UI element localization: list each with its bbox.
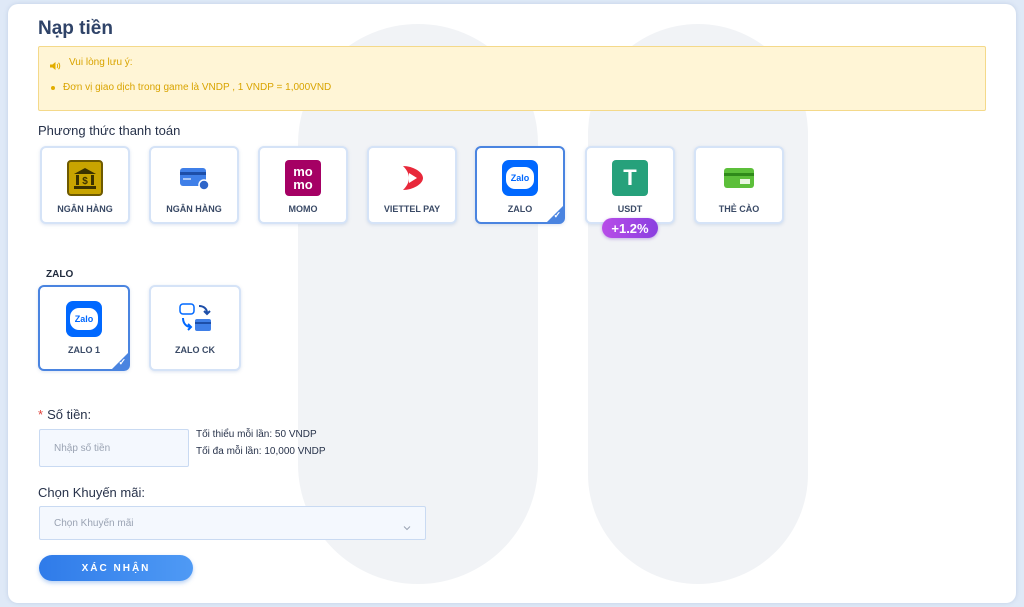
payment-method-usdt[interactable]: T USDT — [585, 146, 675, 224]
min-amount-text: Tối thiểu mỗi lần: 50 VNDP — [196, 429, 317, 440]
momo-logo-text: mo — [293, 177, 313, 192]
tile-label: THẺ CÀO — [718, 204, 760, 214]
credit-card-icon — [176, 160, 212, 196]
max-amount-text: Tối đa mỗi lần: 10,000 VNDP — [196, 446, 326, 457]
scratch-card-icon — [721, 160, 757, 196]
checkmark-icon: ✓ — [118, 357, 126, 367]
bullet-icon — [51, 85, 55, 90]
tile-label: NGÂN HÀNG — [57, 204, 113, 214]
promotion-select-value: Chọn Khuyến mãi — [54, 517, 134, 529]
svg-text:$: $ — [82, 176, 88, 187]
payment-method-zalo[interactable]: Zalo ZALO ✓ — [475, 146, 565, 224]
tile-label: ZALO 1 — [67, 345, 100, 355]
tile-label: NGÂN HÀNG — [166, 204, 222, 214]
bonus-badge: +1.2% — [602, 218, 658, 238]
sub-method-zalo-1[interactable]: Zalo ZALO 1 ✓ — [38, 285, 130, 371]
notice-title: Vui lòng lưu ý: — [69, 57, 133, 68]
zalo-transfer-icon — [177, 301, 213, 337]
page-title: Nạp tiền — [38, 18, 113, 39]
amount-label-text: Số tiền: — [47, 407, 92, 422]
tile-label: VIETTEL PAY — [383, 204, 441, 214]
notice-header: Vui lòng lưu ý: — [49, 57, 133, 70]
payment-method-viettel-pay[interactable]: VIETTEL PAY — [367, 146, 457, 224]
tile-label: USDT — [617, 204, 643, 214]
tether-logo-icon: T — [612, 160, 648, 196]
bank-icon: $ — [67, 160, 103, 196]
checkmark-icon: ✓ — [553, 210, 561, 220]
amount-label: * Số tiền: — [38, 407, 91, 422]
notice-box: Vui lòng lưu ý: Đơn vị giao dịch trong g… — [38, 46, 986, 111]
payment-method-bank[interactable]: $ NGÂN HÀNG — [40, 146, 130, 224]
promotion-label: Chọn Khuyến mãi: — [38, 485, 145, 500]
zalo-logo-icon: Zalo — [66, 301, 102, 337]
notice-item-text: Đơn vị giao dịch trong game là VNDP , 1 … — [63, 82, 332, 93]
payment-method-scratch-card[interactable]: THẺ CÀO — [694, 146, 784, 224]
tether-logo-text: T — [623, 165, 637, 190]
zalo-logo-text: Zalo — [74, 314, 94, 324]
sub-method-zalo-ck[interactable]: ZALO CK — [149, 285, 241, 371]
tile-label: ZALO — [507, 204, 533, 214]
payment-method-momo[interactable]: mo mo MOMO — [258, 146, 348, 224]
deposit-panel: Nạp tiền Vui lòng lưu ý: Đơn vị giao dịc… — [8, 4, 1016, 603]
payment-method-label: Phương thức thanh toán — [38, 123, 181, 138]
speaker-icon — [49, 58, 61, 70]
tile-label: ZALO CK — [175, 345, 215, 355]
chevron-down-icon — [403, 519, 411, 531]
momo-logo-icon: mo mo — [285, 160, 321, 196]
notice-item: Đơn vị giao dịch trong game là VNDP , 1 … — [51, 82, 331, 93]
sub-method-title: ZALO — [46, 269, 74, 280]
viettel-pay-logo-icon — [394, 160, 430, 196]
required-mark: * — [38, 407, 44, 422]
payment-method-card[interactable]: NGÂN HÀNG — [149, 146, 239, 224]
confirm-button[interactable]: XÁC NHẬN — [39, 555, 193, 581]
promotion-select[interactable]: Chọn Khuyến mãi — [39, 506, 426, 540]
zalo-logo-icon: Zalo — [502, 160, 538, 196]
amount-input[interactable] — [39, 429, 189, 467]
zalo-logo-text: Zalo — [510, 173, 530, 183]
tile-label: MOMO — [288, 204, 318, 214]
